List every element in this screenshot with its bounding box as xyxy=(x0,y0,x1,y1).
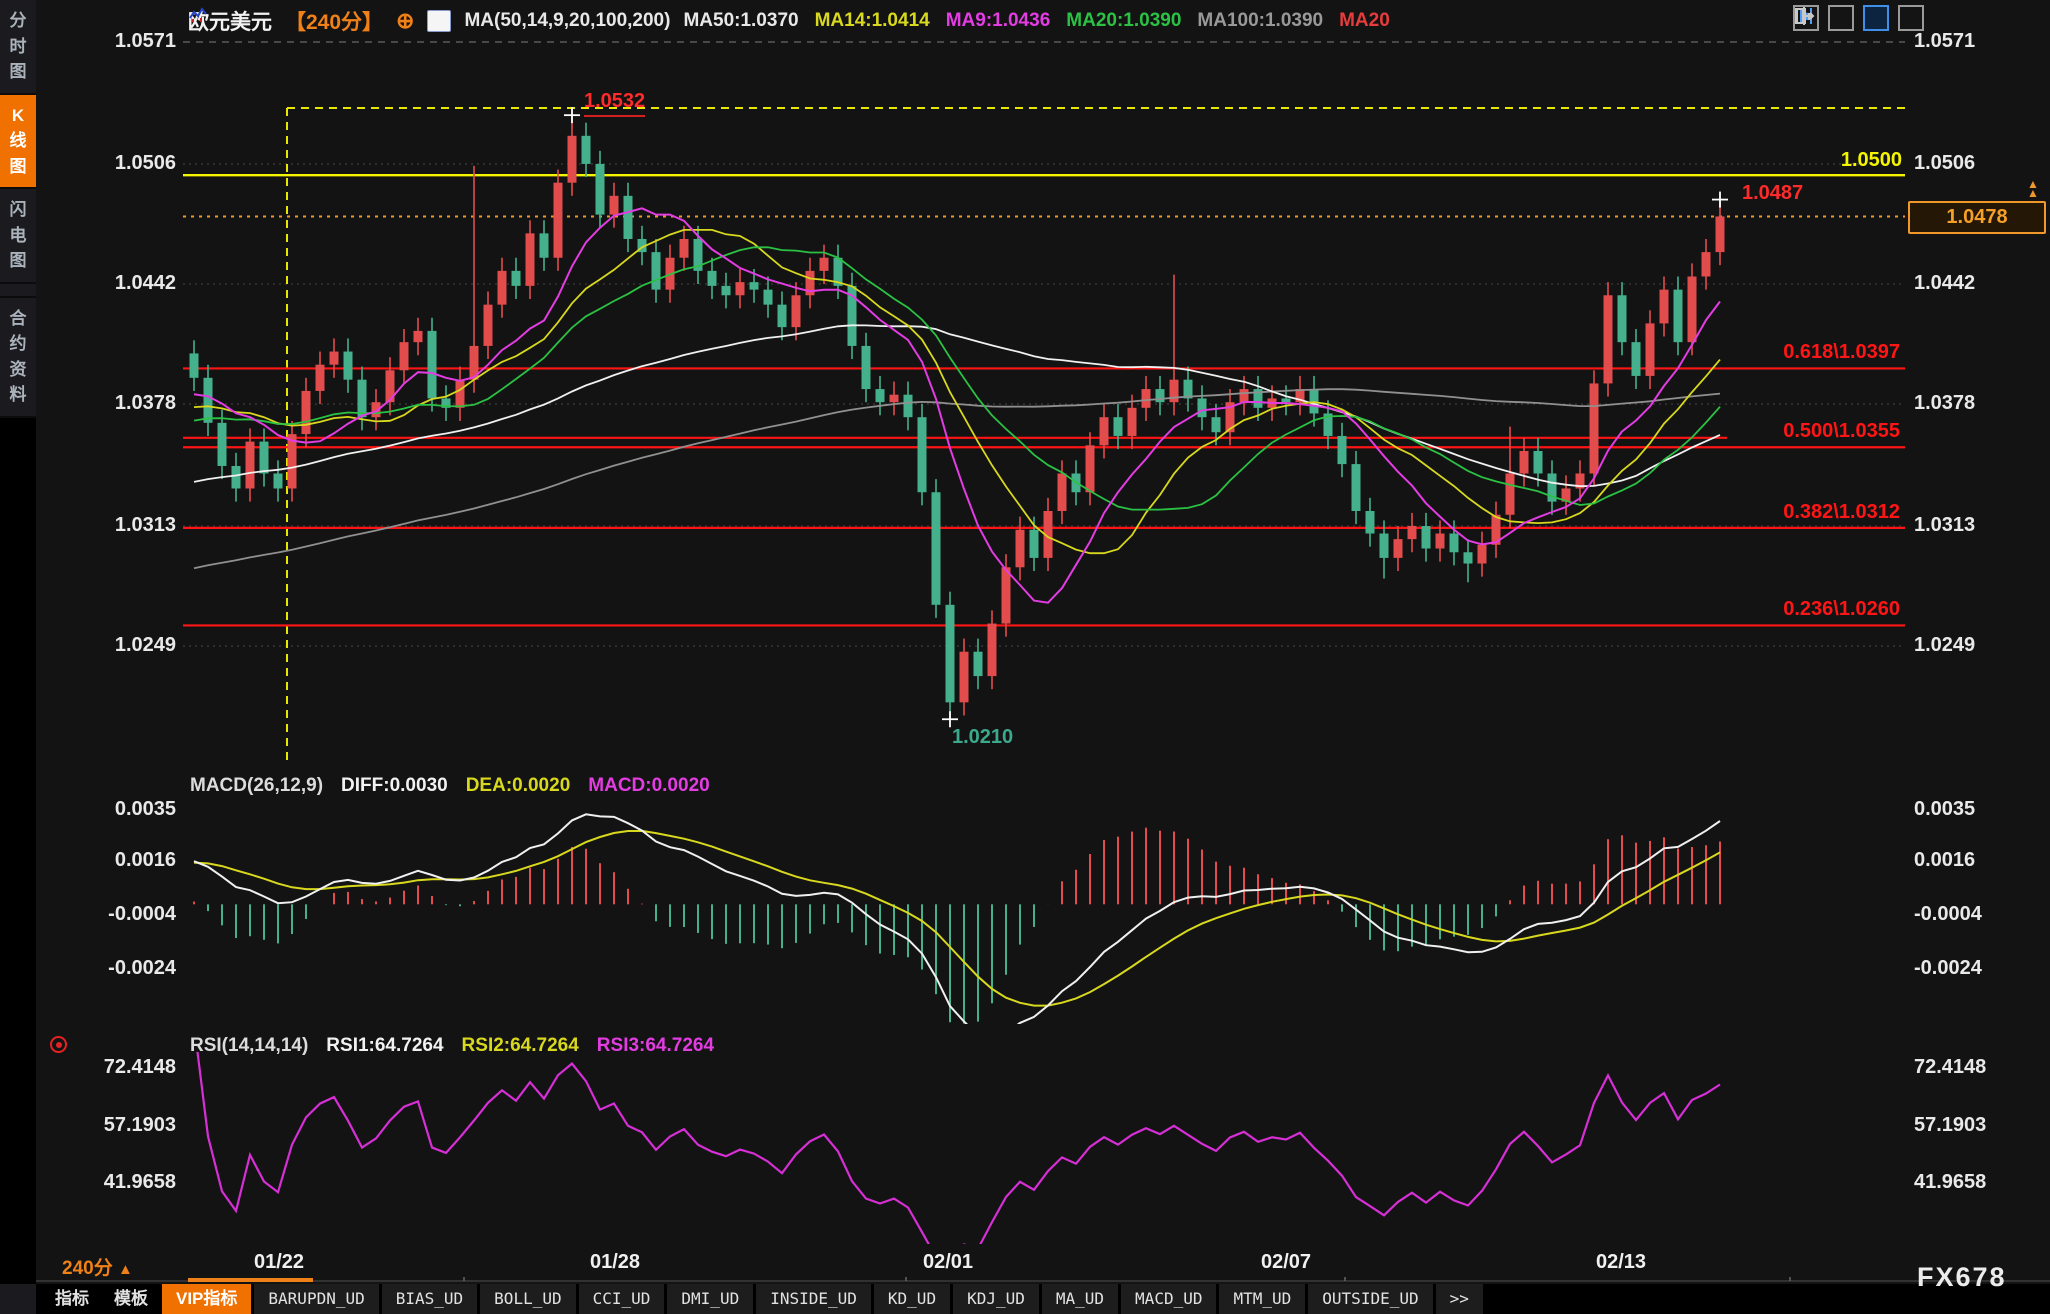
ma-legend-value-6: MA20 xyxy=(1339,10,1390,32)
period-badge: 【240分】 xyxy=(285,6,383,36)
left-axis-chart-icon[interactable] xyxy=(1828,5,1854,31)
sidebar-tab-1[interactable]: 分时图 xyxy=(0,0,36,95)
toolbar-more-button[interactable]: >> xyxy=(1436,1284,1483,1314)
right-axis-chart-icon[interactable] xyxy=(1863,5,1889,31)
sidebar-tab-4[interactable]: 合约资料 xyxy=(0,296,36,418)
toolbar-tab-模板[interactable]: 模板 xyxy=(103,1284,159,1314)
toolbar-tab-mtm-ud[interactable]: MTM_UD xyxy=(1219,1284,1305,1314)
ma-legend-value-1: MA50:1.0370 xyxy=(683,10,798,32)
ma100-line xyxy=(194,389,1720,568)
ma-legend: MA50:1.0370 MA14:1.0414 MA9:1.0436 MA20:1.0… xyxy=(683,10,1389,32)
ma14-line xyxy=(194,230,1720,553)
toolbar-tab-ma-ud[interactable]: MA_UD xyxy=(1042,1284,1118,1314)
toolbar-tab-vip指标[interactable]: VIP指标 xyxy=(162,1284,251,1314)
sidebar-tab-2[interactable]: K线图 xyxy=(0,95,36,190)
pane-collapse-icon[interactable] xyxy=(1898,5,1924,31)
sidebar: 分时图K线图闪电图合约资料 xyxy=(0,0,36,1314)
brand-watermark: FX678 xyxy=(1917,1262,2007,1293)
toolbar-corner xyxy=(0,1284,36,1314)
ma-legend-value-5: MA100:1.0390 xyxy=(1197,10,1323,32)
chart-app: 分时图K线图闪电图合约资料 欧元美元 【240分】 ⊕ MA(50,14,9,2… xyxy=(0,0,2050,1314)
toolbar-tab-inside-ud[interactable]: INSIDE_UD xyxy=(756,1284,871,1314)
rsi-line xyxy=(194,1024,1720,1272)
kline-chart-icon[interactable] xyxy=(427,10,451,32)
chart-canvas[interactable] xyxy=(0,0,2050,1314)
toolbar-tab-outside-ud[interactable]: OUTSIDE_UD xyxy=(1308,1284,1432,1314)
ma-legend-value-2: MA14:1.0414 xyxy=(815,10,930,32)
scrollbar-thumb[interactable] xyxy=(188,1278,313,1282)
toolbar-tab-boll-ud[interactable]: BOLL_UD xyxy=(480,1284,575,1314)
toolbar-tab-barupdn-ud[interactable]: BARUPDN_UD xyxy=(254,1284,378,1314)
toolbar-tab-kd-ud[interactable]: KD_UD xyxy=(874,1284,950,1314)
macd-dea-line xyxy=(194,831,1720,1006)
macd-diff-line xyxy=(194,814,1720,1038)
ma-settings-label: MA(50,14,9,20,100,200) xyxy=(464,10,670,32)
ma-legend-value-3: MA9:1.0436 xyxy=(946,10,1051,32)
toolbar-tab-指标[interactable]: 指标 xyxy=(44,1284,100,1314)
chart-toolbar-icons xyxy=(1793,5,1924,31)
bottom-toolbar: 指标模板VIP指标BARUPDN_UDBIAS_UDBOLL_UDCCI_UDD… xyxy=(0,1284,2050,1314)
ma-legend-value-4: MA20:1.0390 xyxy=(1066,10,1181,32)
sidebar-tab-3[interactable]: 闪电图 xyxy=(0,189,36,284)
toolbar-tab-macd-ud[interactable]: MACD_UD xyxy=(1121,1284,1216,1314)
toolbar-tab-cci-ud[interactable]: CCI_UD xyxy=(579,1284,665,1314)
sidebar-strip: 分时图K线图闪电图合约资料 xyxy=(0,0,36,418)
circle-plus-icon[interactable]: ⊕ xyxy=(396,11,414,31)
chart-header: 欧元美元 【240分】 ⊕ MA(50,14,9,20,100,200) MA5… xyxy=(188,6,1390,36)
toolbar-tab-kdj-ud[interactable]: KDJ_UD xyxy=(953,1284,1039,1314)
toolbar-tab-dmi-ud[interactable]: DMI_UD xyxy=(667,1284,753,1314)
toolbar-tab-bias-ud[interactable]: BIAS_UD xyxy=(382,1284,477,1314)
